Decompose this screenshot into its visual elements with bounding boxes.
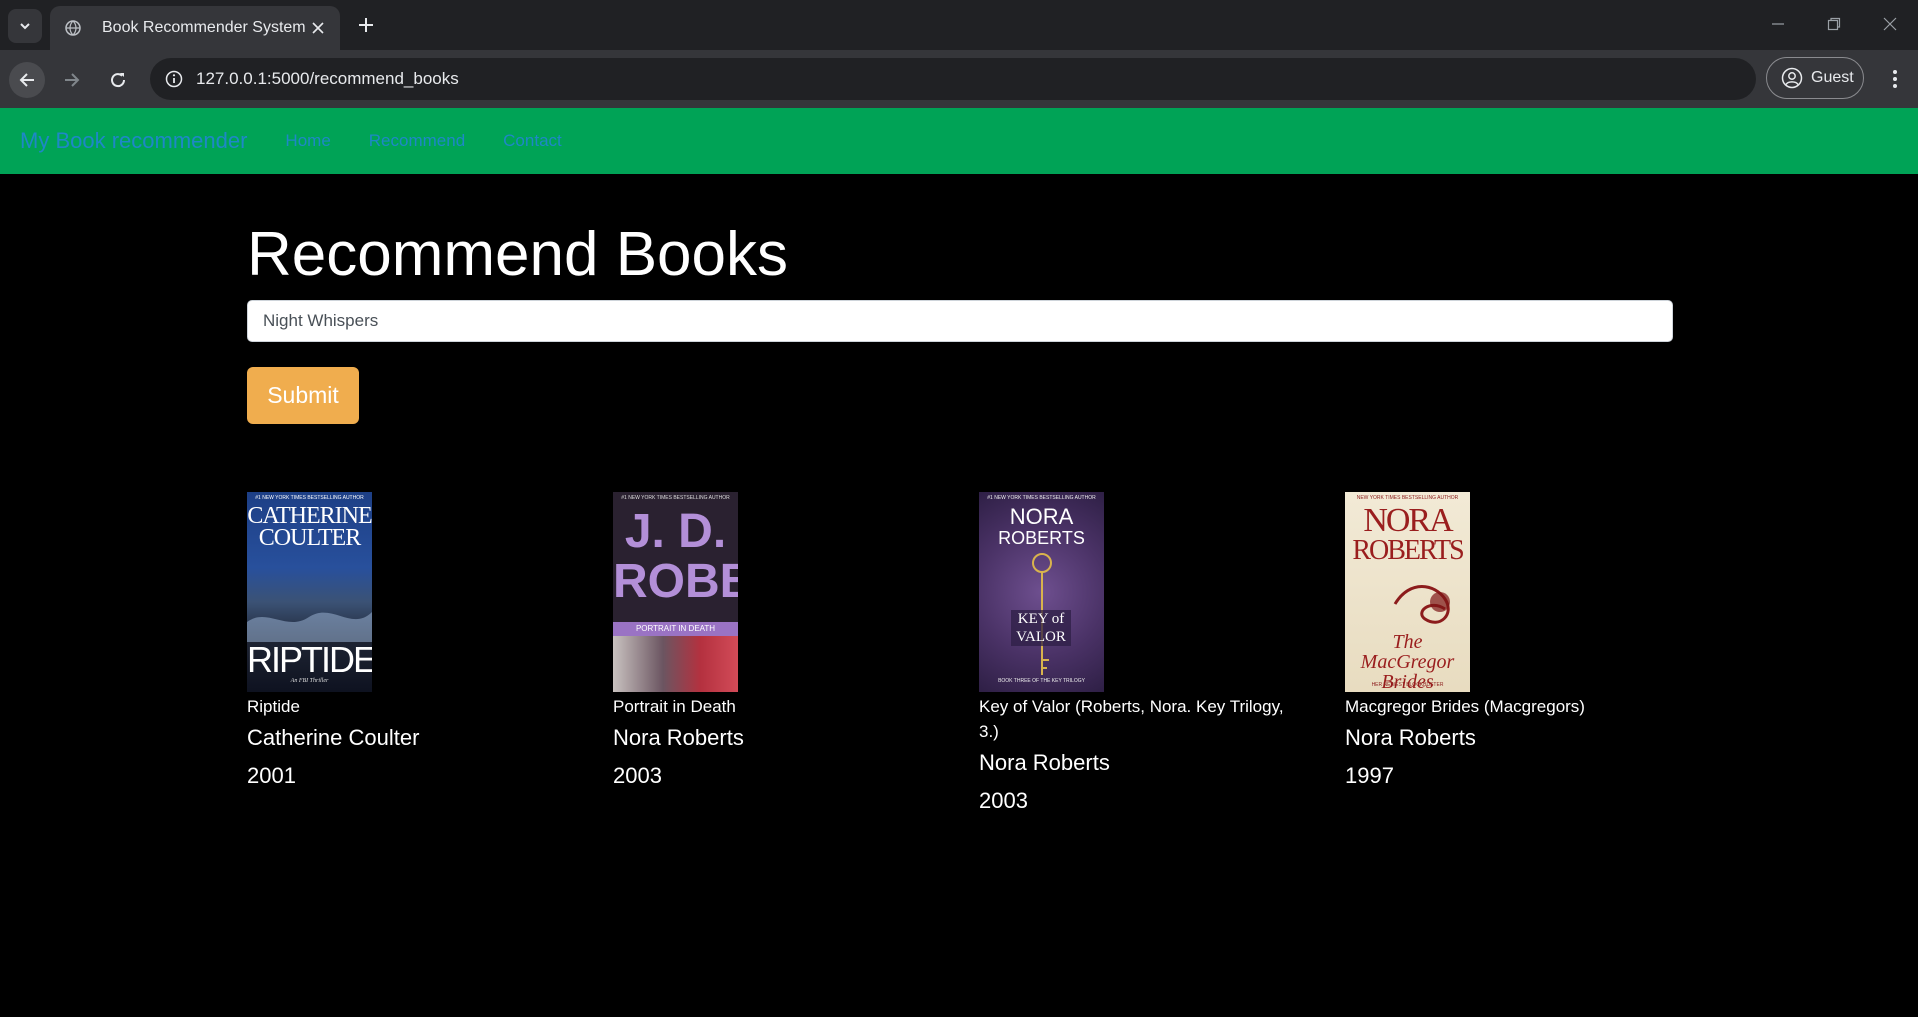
cover-subtitle: BOOK THREE OF THE KEY TRILOGY: [998, 678, 1085, 684]
book-author: Nora Roberts: [1345, 725, 1476, 750]
book-year: 1997: [1345, 763, 1394, 788]
window-close-button[interactable]: [1870, 8, 1910, 40]
plus-icon: [359, 18, 373, 32]
cover-top-text: NEW YORK TIMES BESTSELLING AUTHOR: [1356, 495, 1459, 501]
url-text: 127.0.0.1:5000/recommend_books: [196, 69, 459, 88]
book-cover-image: #1 NEW YORK TIMES BESTSELLING AUTHOR CAT…: [247, 492, 372, 692]
globe-icon: [64, 19, 82, 37]
minimize-icon: [1772, 23, 1784, 25]
recommendation-list: #1 NEW YORK TIMES BESTSELLING AUTHOR CAT…: [247, 492, 1713, 822]
cover-author-line-2: ROBERTS: [998, 528, 1085, 548]
book-year: 2003: [613, 763, 662, 788]
navbar-brand[interactable]: My Book recommender: [20, 128, 247, 154]
submit-button[interactable]: Submit: [247, 367, 359, 424]
wave-graphic: [247, 612, 372, 642]
book-search-input[interactable]: [247, 300, 1673, 342]
browser-tab-bar: Book Recommender System: [0, 0, 1918, 50]
cover-author-line-1: J. D.: [624, 505, 727, 558]
cover-author-line-2: ROBERTS: [1352, 535, 1464, 566]
book-card: NEW YORK TIMES BESTSELLING AUTHOR NORA R…: [1345, 492, 1671, 791]
new-tab-button[interactable]: [353, 12, 379, 38]
nav-link-contact[interactable]: Contact: [503, 131, 562, 151]
cover-author-line-2: ROBB: [613, 555, 738, 608]
info-icon[interactable]: [164, 69, 184, 89]
book-year: 2001: [247, 763, 296, 788]
browser-menu-button[interactable]: [1880, 64, 1910, 94]
nav-link-home[interactable]: Home: [285, 131, 330, 151]
cover-top-text: #1 NEW YORK TIMES BESTSELLING AUTHOR: [621, 495, 730, 501]
profile-button[interactable]: Guest: [1766, 57, 1864, 99]
reload-button[interactable]: [100, 62, 136, 98]
cover-author-line-2: COULTER: [258, 525, 361, 551]
cover-author-line-1: NORA: [1009, 504, 1074, 529]
book-card: #1 NEW YORK TIMES BESTSELLING AUTHOR CAT…: [247, 492, 573, 791]
book-title: Riptide: [247, 697, 300, 716]
book-author: Nora Roberts: [979, 750, 1110, 775]
minimize-button[interactable]: [1758, 8, 1798, 40]
restore-icon: [1827, 17, 1841, 31]
book-title: Macgregor Brides (Macgregors): [1345, 697, 1585, 716]
address-bar[interactable]: 127.0.0.1:5000/recommend_books: [150, 58, 1756, 100]
cover-top-text: #1 NEW YORK TIMES BESTSELLING AUTHOR: [255, 495, 364, 501]
book-author: Catherine Coulter: [247, 725, 420, 750]
book-title: Portrait in Death: [613, 697, 736, 716]
book-author: Nora Roberts: [613, 725, 744, 750]
browser-tab[interactable]: Book Recommender System: [50, 6, 340, 50]
forward-button[interactable]: [54, 62, 90, 98]
close-icon[interactable]: [308, 18, 328, 38]
arrow-right-icon: [65, 73, 80, 87]
site-navbar: My Book recommender Home Recommend Conta…: [0, 108, 1918, 174]
restore-button[interactable]: [1814, 8, 1854, 40]
close-icon: [1883, 17, 1897, 31]
profile-label: Guest: [1811, 69, 1854, 86]
book-year: 2003: [979, 788, 1028, 813]
main-content: Recommend Books Submit: [247, 174, 1673, 424]
tab-search-button[interactable]: [8, 9, 42, 43]
user-icon: [1781, 67, 1803, 89]
book-card: #1 NEW YORK TIMES BESTSELLING AUTHOR J. …: [613, 492, 939, 791]
book-cover-image: NEW YORK TIMES BESTSELLING AUTHOR NORA R…: [1345, 492, 1470, 692]
page-title: Recommend Books: [247, 220, 789, 289]
chevron-down-icon: [20, 23, 30, 30]
cover-main-title: PORTRAIT IN DEATH: [635, 624, 716, 633]
book-cover-image: #1 NEW YORK TIMES BESTSELLING AUTHOR NOR…: [979, 492, 1104, 692]
cover-top-text: #1 NEW YORK TIMES BESTSELLING AUTHOR: [987, 495, 1096, 501]
book-card: #1 NEW YORK TIMES BESTSELLING AUTHOR NOR…: [979, 492, 1305, 816]
more-vert-icon: [1893, 70, 1897, 88]
cover-author-line-1: NORA: [1363, 502, 1453, 539]
ribbon-graphic: [1393, 585, 1450, 624]
cover-main-title: KEY of VALOR: [1011, 610, 1071, 646]
tab-title: Book Recommender System: [102, 19, 306, 36]
book-cover-image: #1 NEW YORK TIMES BESTSELLING AUTHOR J. …: [613, 492, 738, 692]
reload-icon: [111, 73, 126, 88]
browser-toolbar: 127.0.0.1:5000/recommend_books Guest: [0, 50, 1918, 108]
cover-subtitle: HER NEWEST BLOCKBUSTER: [1371, 682, 1444, 688]
cover-main-title: RIPTIDE: [247, 639, 372, 680]
arrow-left-icon: [19, 73, 34, 87]
cover-subtitle: An FBI Thriller: [290, 678, 329, 684]
back-button[interactable]: [9, 62, 45, 98]
book-title: Key of Valor (Roberts, Nora. Key Trilogy…: [979, 697, 1284, 741]
nav-link-recommend[interactable]: Recommend: [369, 131, 465, 151]
